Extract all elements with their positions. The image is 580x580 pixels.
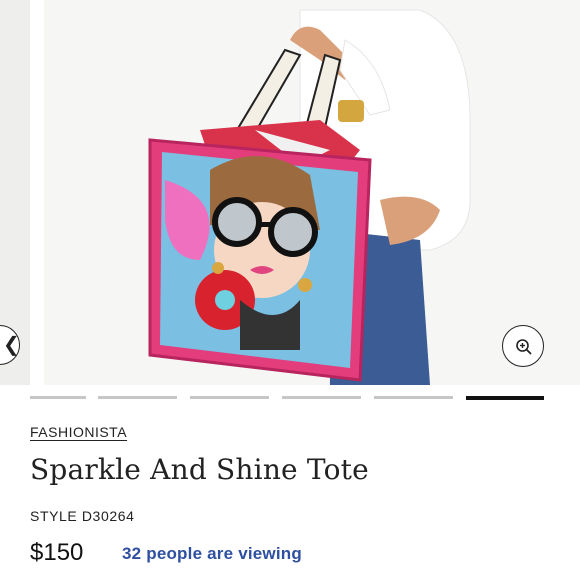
carousel-dot[interactable]: [98, 396, 177, 399]
carousel-pagination: [30, 396, 544, 400]
carousel-dot[interactable]: [30, 396, 86, 399]
carousel-dot[interactable]: [374, 396, 453, 399]
product-photo: [0, 0, 580, 385]
viewers-count: 32 people are viewing: [122, 544, 302, 563]
carousel-dot-active[interactable]: [466, 396, 544, 400]
zoom-button[interactable]: [502, 325, 544, 367]
product-title: Sparkle And Shine Tote: [30, 453, 369, 486]
product-image-carousel[interactable]: ❯: [0, 0, 580, 385]
carousel-dot[interactable]: [282, 396, 361, 399]
carousel-dot[interactable]: [190, 396, 269, 399]
brand-link[interactable]: FASHIONISTA: [30, 424, 127, 440]
zoom-in-icon: [516, 339, 532, 355]
chevron-left-icon: ❯: [3, 332, 20, 356]
product-price: $150: [30, 539, 84, 566]
style-number: STYLE D30264: [30, 508, 135, 524]
